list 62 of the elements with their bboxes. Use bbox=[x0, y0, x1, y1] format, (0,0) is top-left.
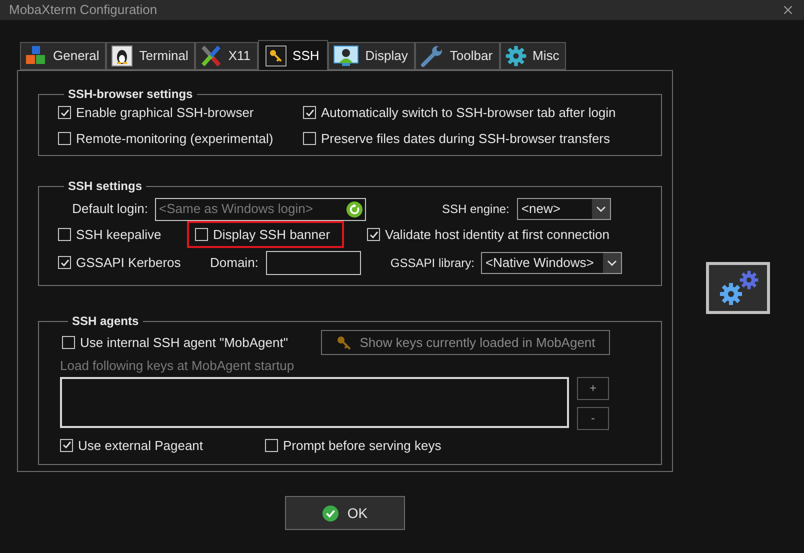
checkbox-label: GSSAPI Kerberos bbox=[76, 254, 181, 272]
checkbox-label: Automatically switch to SSH-browser tab after login bbox=[321, 104, 616, 122]
x-logo-icon bbox=[200, 45, 222, 67]
key-icon bbox=[336, 334, 352, 350]
field-label: Domain: bbox=[210, 254, 258, 272]
tab[interactable]: X11 bbox=[195, 42, 258, 70]
chevron-down-icon bbox=[596, 206, 606, 212]
keys-label: Load following keys at MobAgent startup bbox=[60, 357, 296, 375]
checkbox-label: Remote-monitoring (experimental) bbox=[76, 130, 274, 148]
checkbox-label: Preserve files dates during SSH-browser transfers bbox=[321, 130, 610, 148]
tab[interactable]: Toolbar bbox=[414, 42, 500, 70]
checkbox-label: Use internal SSH agent "MobAgent" bbox=[80, 334, 288, 352]
close-icon[interactable] bbox=[781, 3, 795, 17]
gear-icon bbox=[719, 282, 743, 306]
wrench-icon bbox=[420, 45, 444, 67]
group-title: SSH agents bbox=[71, 313, 140, 330]
tab[interactable]: General bbox=[20, 42, 106, 70]
checkbox-label: SSH keepalive bbox=[76, 226, 162, 244]
chevron-down-icon bbox=[607, 260, 618, 266]
tab[interactable]: SSH bbox=[258, 40, 328, 70]
dropdown[interactable]: <Native Windows> bbox=[481, 252, 622, 274]
checkbox[interactable] bbox=[367, 228, 380, 241]
login-field[interactable]: <Same as Windows login> bbox=[155, 198, 366, 220]
key-icon bbox=[264, 44, 287, 66]
dropdown[interactable]: <new> bbox=[517, 198, 612, 220]
ok-button[interactable]: OK bbox=[285, 496, 405, 530]
checkbox-label: Prompt before serving keys bbox=[283, 436, 442, 455]
checkbox[interactable] bbox=[303, 132, 316, 145]
domain-field[interactable] bbox=[266, 250, 362, 274]
remove-button[interactable]: - bbox=[577, 406, 609, 430]
checkbox[interactable] bbox=[195, 228, 208, 241]
checkbox[interactable] bbox=[58, 228, 71, 241]
field-label: SSH engine: bbox=[442, 201, 510, 218]
checkbox[interactable] bbox=[60, 438, 73, 452]
check-circle-icon bbox=[322, 504, 340, 522]
checkbox[interactable] bbox=[62, 336, 75, 349]
tab[interactable]: Misc bbox=[500, 42, 566, 70]
checkbox-label: Display SSH banner bbox=[213, 226, 330, 244]
checkbox[interactable] bbox=[303, 106, 316, 120]
cubes-icon bbox=[25, 45, 47, 67]
checkbox[interactable] bbox=[58, 106, 71, 120]
checkbox[interactable] bbox=[265, 438, 278, 452]
field-label: Default login: bbox=[71, 200, 149, 218]
checkbox-label: Enable graphical SSH-browser bbox=[76, 104, 254, 122]
checkbox-label: Validate host identity at first connection bbox=[385, 226, 610, 244]
window-title: MobaXterm Configuration bbox=[9, 1, 158, 20]
settings-tile[interactable] bbox=[706, 262, 770, 314]
add-button[interactable]: + bbox=[577, 376, 609, 400]
tab[interactable]: Display bbox=[328, 42, 415, 70]
gear-icon bbox=[739, 270, 759, 290]
group-title: SSH settings bbox=[67, 178, 144, 195]
monitor-person-icon bbox=[333, 45, 360, 67]
tab[interactable]: Terminal bbox=[106, 42, 196, 70]
checkbox[interactable] bbox=[58, 132, 71, 145]
keys-list[interactable] bbox=[60, 376, 569, 428]
penguin-icon bbox=[111, 45, 134, 67]
refresh-icon[interactable] bbox=[346, 200, 363, 218]
checkbox[interactable] bbox=[58, 256, 71, 269]
group-title: SSH-browser settings bbox=[67, 86, 194, 103]
checkbox-label: Use external Pageant bbox=[78, 436, 204, 455]
gear-icon bbox=[504, 45, 527, 67]
field-label: GSSAPI library: bbox=[390, 254, 474, 272]
